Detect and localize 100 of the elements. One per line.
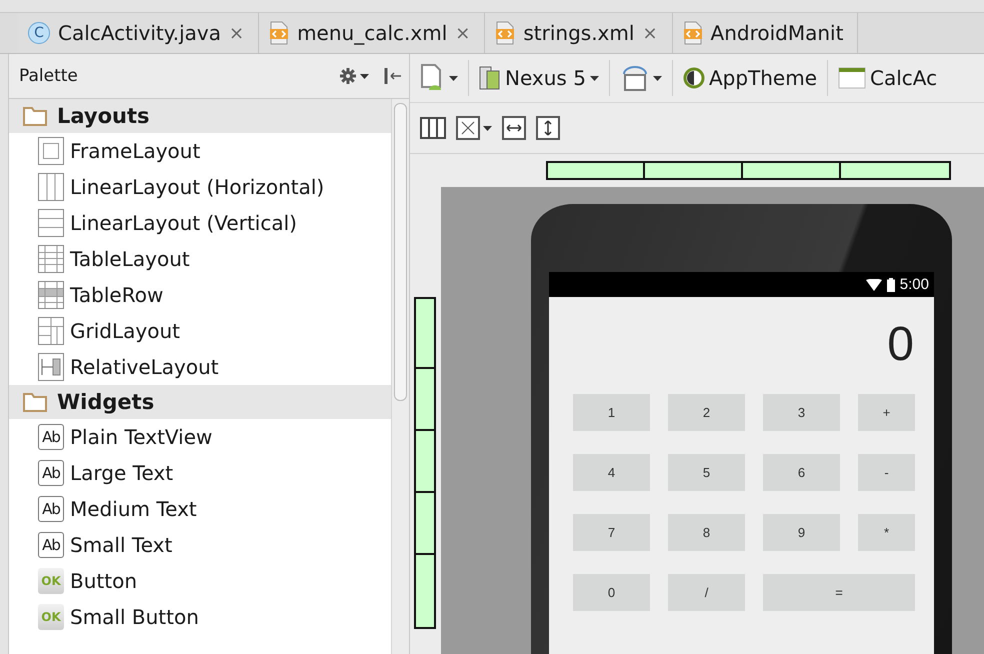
item-label: TableRow (70, 283, 164, 307)
palette-item[interactable]: Ab Medium Text (9, 491, 391, 527)
horizontal-arrows-icon[interactable] (502, 116, 526, 140)
palette-item[interactable]: LinearLayout (Horizontal) (9, 169, 391, 205)
calculator-display: 0 (886, 317, 914, 370)
palette-item[interactable]: TableRow (9, 277, 391, 313)
item-label: Large Text (70, 461, 174, 485)
settings-icon[interactable] (339, 67, 369, 85)
square-frame-icon (38, 137, 64, 165)
tab-label: menu_calc.xml (297, 21, 448, 45)
calculator-key[interactable]: 9 (763, 514, 840, 551)
item-label: LinearLayout (Vertical) (70, 211, 297, 235)
columns-icon (38, 173, 64, 201)
item-label: Small Button (70, 605, 199, 629)
editor-tab[interactable]: AndroidManit (672, 13, 858, 53)
palette-title: Palette (19, 66, 79, 86)
rows-icon (38, 209, 64, 237)
row-guide (414, 367, 436, 431)
tab-label: strings.xml (523, 21, 634, 45)
xml-file-icon (269, 21, 290, 45)
palette-item[interactable]: FrameLayout (9, 133, 391, 169)
calculator-key[interactable]: + (858, 394, 915, 431)
table-row-icon (38, 281, 64, 309)
calculator-key[interactable]: 3 (763, 394, 840, 431)
device-dropdown[interactable]: Nexus 5 (479, 60, 610, 96)
xml-file-icon (495, 21, 516, 45)
phones-icon (479, 66, 501, 90)
palette-item[interactable]: LinearLayout (Vertical) (9, 205, 391, 241)
row-guide (414, 429, 436, 493)
palette-category[interactable]: Layouts (9, 99, 391, 133)
item-label: FrameLayout (70, 139, 200, 163)
palette-item[interactable]: Ab Plain TextView (9, 419, 391, 455)
text-ab-icon: Ab (38, 496, 64, 522)
folder-icon (23, 392, 47, 412)
tab-close[interactable]: × (228, 22, 244, 44)
row-guide (414, 297, 436, 369)
calculator-key[interactable]: 5 (668, 454, 745, 491)
ok-button-icon: OK (38, 604, 64, 630)
calculator-key[interactable]: - (858, 454, 915, 491)
window-icon (838, 66, 866, 90)
scrollbar-thumb[interactable] (394, 103, 407, 401)
calculator-key[interactable]: 6 (763, 454, 840, 491)
ok-button-icon: OK (38, 568, 64, 594)
palette-category[interactable]: Widgets (9, 385, 391, 419)
xml-file-icon (682, 21, 703, 45)
caret-icon (449, 76, 458, 80)
columns-icon[interactable] (420, 117, 446, 139)
table-icon (38, 245, 64, 273)
relative-layout-icon (38, 353, 64, 381)
item-label: Plain TextView (70, 425, 212, 449)
grid-icon (38, 317, 64, 345)
text-ab-icon: Ab (38, 532, 64, 558)
item-label: TableLayout (70, 247, 190, 271)
palette-item[interactable]: RelativeLayout (9, 349, 391, 385)
calculator-key[interactable]: 2 (668, 394, 745, 431)
tab-label: CalcActivity.java (58, 21, 221, 45)
activity-dropdown[interactable]: CalcAc (838, 60, 948, 96)
tab-label: AndroidManit (710, 21, 844, 45)
pin-left-icon[interactable] (383, 67, 401, 85)
calculator-key[interactable]: 0 (573, 574, 650, 611)
item-label: Small Text (70, 533, 172, 557)
palette-item[interactable]: GridLayout (9, 313, 391, 349)
caret-icon (483, 126, 492, 130)
half-circle-icon (682, 67, 705, 89)
item-label: RelativeLayout (70, 355, 219, 379)
row-guide (414, 491, 436, 555)
calculator-key[interactable]: 7 (573, 514, 650, 551)
category-label: Layouts (57, 104, 150, 128)
palette-item[interactable]: OK Button (9, 563, 391, 599)
calculator-key[interactable]: 8 (668, 514, 745, 551)
battery-icon (886, 278, 895, 292)
vertical-arrows-icon[interactable] (536, 116, 560, 140)
caret-icon (590, 76, 599, 80)
calculator-key[interactable]: 4 (573, 454, 650, 491)
calculator-key[interactable]: = (763, 574, 915, 611)
palette-item[interactable]: TableLayout (9, 241, 391, 277)
tab-close[interactable]: × (455, 22, 470, 44)
calculator-key[interactable]: / (668, 574, 745, 611)
text-ab-icon: Ab (38, 424, 64, 450)
palette-item[interactable]: Ab Small Text (9, 527, 391, 563)
calculator-key[interactable]: * (858, 514, 915, 551)
clock-time: 5:00 (900, 276, 929, 293)
item-label: Button (70, 569, 137, 593)
theme-dropdown[interactable]: AppTheme (682, 60, 828, 96)
palette-item[interactable]: OK Small Button (9, 599, 391, 635)
palette-item[interactable]: Ab Large Text (9, 455, 391, 491)
item-label: LinearLayout (Horizontal) (70, 175, 324, 199)
device-config-button[interactable] (420, 60, 469, 96)
wifi-icon (866, 278, 882, 290)
caret-icon (652, 76, 662, 80)
class-badge-icon: C (28, 22, 50, 44)
category-label: Widgets (57, 390, 154, 414)
tab-close[interactable]: × (642, 22, 658, 44)
folder-icon (23, 106, 47, 126)
text-ab-icon: Ab (38, 460, 64, 486)
caret-icon (360, 74, 369, 78)
zoom-fit-button[interactable] (456, 116, 492, 140)
item-label: Medium Text (70, 497, 197, 521)
item-label: GridLayout (70, 319, 180, 343)
calculator-key[interactable]: 1 (573, 394, 650, 431)
